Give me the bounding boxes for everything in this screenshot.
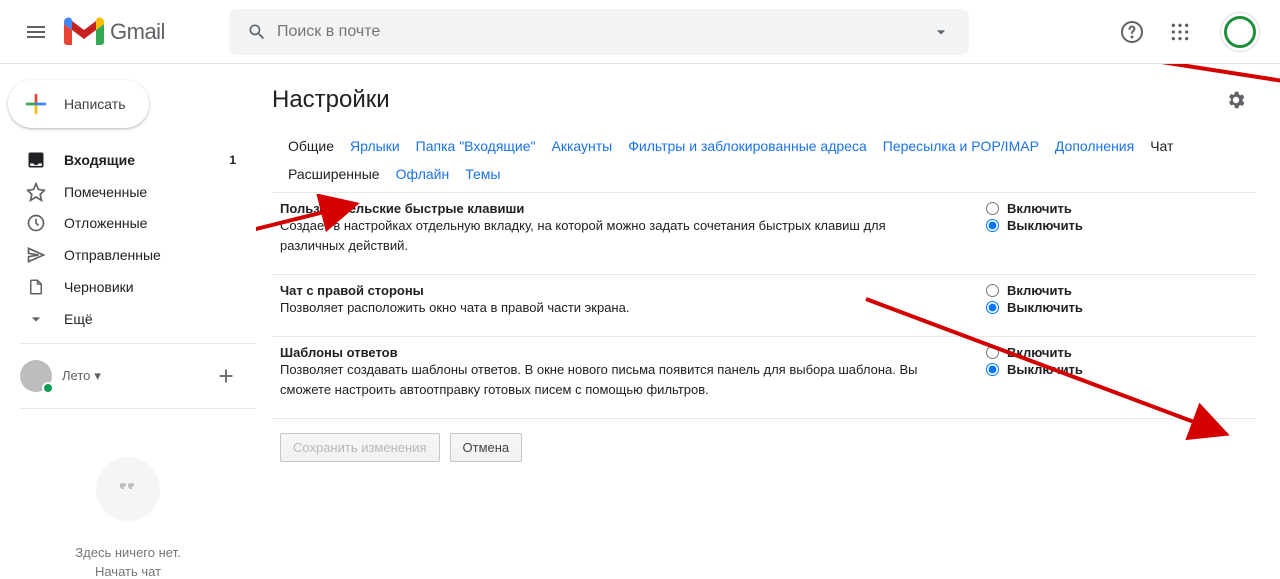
tab-forwarding[interactable]: Пересылка и POP/IMAP (875, 132, 1047, 160)
setting-desc: Создает в настройках отдельную вкладку, … (280, 216, 920, 256)
inbox-count: 1 (229, 153, 236, 167)
clock-icon (26, 213, 46, 233)
star-icon (26, 182, 46, 202)
plus-icon (20, 88, 52, 120)
tab-filters[interactable]: Фильтры и заблокированные адреса (620, 132, 875, 160)
sidebar-item-sent[interactable]: Отправленные (0, 239, 248, 271)
enable-radio[interactable]: Включить (986, 345, 1248, 360)
compose-button[interactable]: Написать (8, 80, 149, 128)
sidebar-item-label: Черновики (64, 279, 134, 295)
new-chat-button[interactable] (208, 358, 244, 394)
search-input[interactable] (277, 23, 921, 41)
sidebar-item-more[interactable]: Ещё (0, 303, 248, 335)
settings-gear-button[interactable] (1216, 80, 1256, 120)
gear-icon (1225, 89, 1247, 111)
sidebar-item-label: Ещё (64, 311, 93, 327)
tab-chat[interactable]: Чат (1142, 132, 1181, 160)
tab-themes[interactable]: Темы (457, 160, 508, 188)
tab-inbox[interactable]: Папка "Входящие" (408, 132, 544, 160)
chevron-down-icon (26, 309, 46, 329)
hangouts-username: Лето (62, 368, 90, 383)
tab-general[interactable]: Общие (280, 132, 342, 160)
tab-accounts[interactable]: Аккаунты (544, 132, 621, 160)
tab-advanced[interactable]: Расширенные (280, 160, 388, 188)
brand-label: Gmail (110, 19, 165, 45)
search-bar (229, 9, 969, 55)
compose-label: Написать (64, 96, 125, 112)
hangouts-empty-text: Здесь ничего нет. (75, 545, 180, 560)
cancel-button[interactable]: Отмена (450, 433, 523, 462)
sidebar-item-label: Входящие (64, 152, 135, 168)
search-icon (247, 22, 267, 42)
sidebar-item-label: Отложенные (64, 215, 147, 231)
caret-down-icon: ▾ (94, 368, 101, 384)
enable-radio[interactable]: Включить (986, 283, 1248, 298)
settings-tabs: Общие Ярлыки Папка "Входящие" Аккаунты Ф… (272, 132, 1256, 193)
start-chat-link[interactable]: Начать чат (95, 564, 161, 579)
save-button[interactable]: Сохранить изменения (280, 433, 440, 462)
user-avatar-icon (20, 360, 52, 392)
main-menu-button[interactable] (12, 8, 60, 56)
setting-desc: Позволяет создавать шаблоны ответов. В о… (280, 360, 920, 400)
disable-radio[interactable]: Выключить (986, 362, 1248, 377)
sidebar-item-starred[interactable]: Помеченные (0, 176, 248, 208)
sidebar: Написать Входящие 1 Помеченные Отложенны… (0, 64, 256, 579)
search-wrap (229, 9, 969, 55)
help-icon (1120, 20, 1144, 44)
search-options-button[interactable] (921, 12, 961, 52)
tab-addons[interactable]: Дополнения (1047, 132, 1142, 160)
sidebar-divider (20, 408, 256, 409)
sidebar-item-inbox[interactable]: Входящие 1 (0, 144, 248, 176)
setting-templates: Шаблоны ответов Позволяет создавать шабл… (272, 337, 1256, 419)
search-button[interactable] (237, 12, 277, 52)
inbox-icon (26, 150, 46, 170)
setting-title: Чат с правой стороны (280, 283, 920, 298)
sidebar-item-snoozed[interactable]: Отложенные (0, 208, 248, 240)
hangouts-empty: Здесь ничего нет. Начать чат (0, 457, 256, 579)
sidebar-item-label: Отправленные (64, 247, 161, 263)
gmail-logo[interactable]: Gmail (64, 17, 165, 47)
gmail-m-icon (64, 17, 104, 47)
settings-main: Настройки Общие Ярлыки Папка "Входящие" … (256, 64, 1280, 579)
support-button[interactable] (1112, 12, 1152, 52)
apps-grid-icon (1170, 22, 1190, 42)
send-icon (26, 245, 46, 265)
setting-title: Пользовательские быстрые клавиши (280, 201, 920, 216)
caret-down-icon (931, 22, 951, 42)
setting-custom-shortcuts: Пользовательские быстрые клавиши Создает… (272, 193, 1256, 275)
tab-offline[interactable]: Офлайн (388, 160, 458, 188)
sidebar-item-label: Помеченные (64, 184, 147, 200)
avatar-icon (1224, 16, 1256, 48)
tab-labels[interactable]: Ярлыки (342, 132, 408, 160)
enable-radio[interactable]: Включить (986, 201, 1248, 216)
draft-icon (26, 277, 46, 297)
setting-desc: Позволяет расположить окно чата в правой… (280, 298, 920, 318)
disable-radio[interactable]: Выключить (986, 218, 1248, 233)
app-header: Gmail (0, 0, 1280, 64)
account-button[interactable] (1220, 12, 1260, 52)
apps-button[interactable] (1160, 12, 1200, 52)
page-title: Настройки (272, 86, 390, 114)
hangouts-user-row[interactable]: Лето ▾ (0, 352, 256, 400)
plus-icon (215, 365, 237, 387)
sidebar-divider (20, 343, 256, 344)
sidebar-item-drafts[interactable]: Черновики (0, 271, 248, 303)
setting-right-chat: Чат с правой стороны Позволяет расположи… (272, 275, 1256, 337)
header-right (1112, 12, 1260, 52)
setting-title: Шаблоны ответов (280, 345, 920, 360)
quote-bubble-icon (96, 457, 160, 521)
action-buttons: Сохранить изменения Отмена (272, 419, 1256, 476)
hamburger-icon (24, 20, 48, 44)
disable-radio[interactable]: Выключить (986, 300, 1248, 315)
presence-dot-icon (42, 382, 54, 394)
